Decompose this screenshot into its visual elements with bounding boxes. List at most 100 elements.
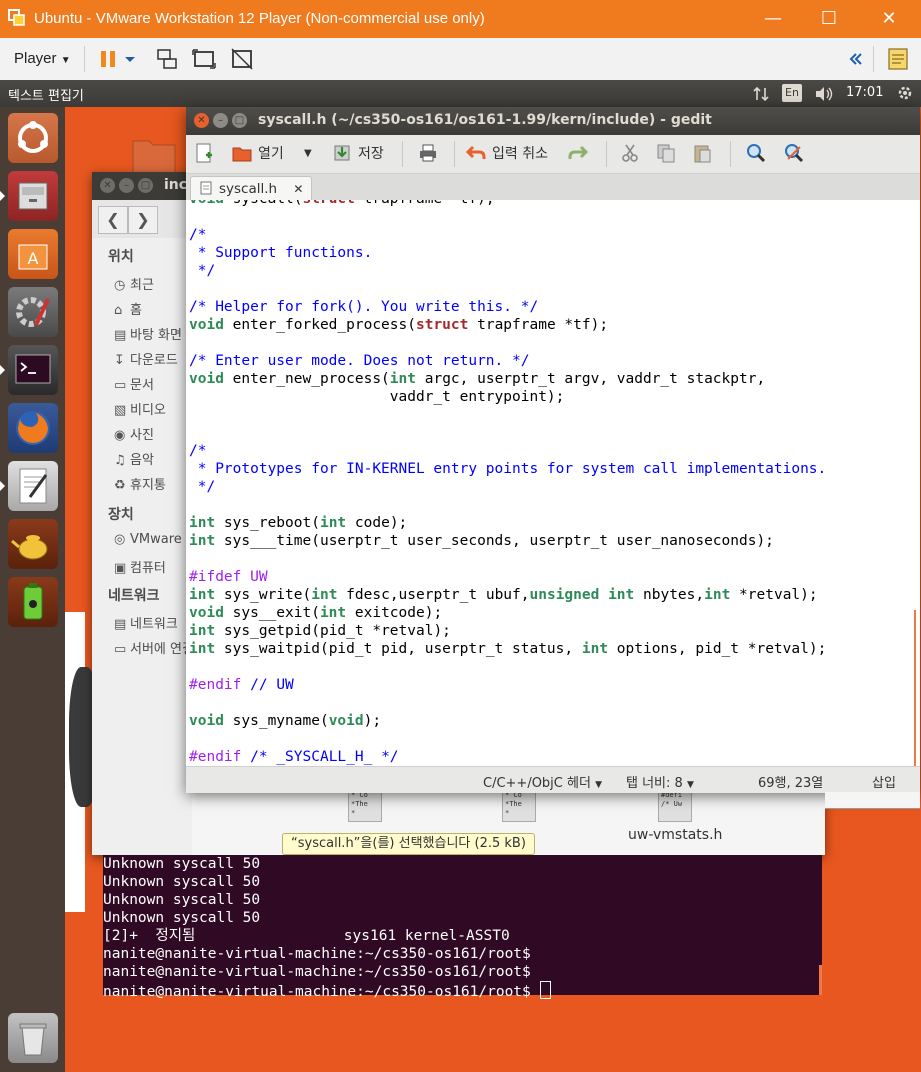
cut-button[interactable]: [620, 143, 646, 165]
unity-mode-icon[interactable]: [229, 46, 255, 72]
sidebar-item-network[interactable]: ▤ 네트워크: [114, 613, 178, 632]
sidebar-item-home[interactable]: ⌂ 홈: [114, 299, 142, 318]
chevron-down-icon[interactable]: [122, 46, 138, 72]
copy-button[interactable]: [656, 143, 682, 165]
pause-icon[interactable]: [96, 46, 122, 72]
double-chevron-left-icon[interactable]: [846, 46, 866, 72]
music-icon: ♫: [114, 453, 126, 468]
file-thumbnail[interactable]: * Co *The *: [502, 788, 536, 822]
gedit-toolbar: 열기 ▼ 저장 입력 취소: [186, 135, 920, 174]
minimize-icon[interactable]: –: [119, 178, 134, 193]
sidebar-item-pictures[interactable]: ◉ 사진: [114, 424, 154, 443]
chevron-down-icon: ▼: [60, 55, 71, 66]
code-token: void: [189, 317, 224, 333]
new-document-button[interactable]: [194, 143, 220, 165]
sidebar-item-documents[interactable]: ▭ 문서: [114, 374, 154, 393]
teapot-app-icon[interactable]: [8, 519, 58, 569]
terminal-prompt-line[interactable]: nanite@nanite-virtual-machine:~/cs350-os…: [103, 981, 822, 1001]
terminal-cursor: [539, 981, 551, 999]
network-devices-icon[interactable]: [154, 46, 180, 72]
close-icon[interactable]: ✕: [194, 113, 209, 128]
code-line: #ifdef UW: [189, 568, 826, 586]
minimize-button[interactable]: —: [750, 0, 796, 38]
file-name[interactable]: uw-vmstats.h: [628, 827, 722, 843]
fullscreen-icon[interactable]: [191, 46, 217, 72]
forward-button[interactable]: ❯: [128, 206, 158, 234]
back-button[interactable]: ❮: [98, 206, 128, 234]
sidebar-item-connect-server[interactable]: ▭ 서버에 연결: [114, 638, 194, 657]
maximize-button[interactable]: ☐: [806, 0, 852, 38]
sidebar-item-desktop[interactable]: ▤ 바탕 화면: [114, 324, 182, 343]
close-icon[interactable]: ✕: [293, 182, 303, 196]
open-button[interactable]: 열기: [232, 143, 284, 165]
gear-icon[interactable]: [896, 84, 914, 102]
code-token: nbytes,: [634, 587, 705, 603]
editor-scrollbar[interactable]: [914, 610, 916, 766]
code-token: void: [189, 713, 224, 729]
chevron-right-icon: ❯: [136, 210, 150, 229]
maximize-icon[interactable]: □: [138, 178, 153, 193]
close-icon[interactable]: ✕: [100, 178, 115, 193]
undo-label: 입력 취소: [492, 146, 548, 162]
sidebar-item-downloads[interactable]: ↧ 다운로드: [114, 349, 178, 368]
recent-files-dropdown[interactable]: ▼: [304, 143, 312, 165]
player-menu[interactable]: Player ▼: [14, 50, 71, 67]
terminal-line: Unknown syscall 50: [103, 856, 261, 872]
notes-icon[interactable]: [885, 46, 911, 72]
software-center-icon[interactable]: A: [8, 229, 58, 279]
terminal-icon[interactable]: [8, 345, 58, 395]
paste-button[interactable]: [692, 143, 718, 165]
system-settings-icon[interactable]: [8, 287, 58, 337]
file-thumbnail[interactable]: * Co *The *: [348, 788, 382, 822]
sidebar-item-recent[interactable]: ◷ 최근: [114, 274, 154, 293]
sidebar-item-music[interactable]: ♫ 음악: [114, 449, 154, 468]
code-line: void sys_myname(void);: [189, 712, 826, 730]
folder-icon[interactable]: [131, 133, 177, 177]
minimize-icon[interactable]: –: [213, 113, 228, 128]
search-button[interactable]: [746, 143, 772, 165]
undo-button[interactable]: 입력 취소: [466, 143, 548, 165]
search-replace-button[interactable]: [784, 143, 810, 165]
ubuntu-dash-icon[interactable]: [8, 113, 58, 163]
terminal-window[interactable]: Unknown syscall 50 Unknown syscall 50 Un…: [103, 855, 822, 1000]
code-line: void sys__exit(int exitcode);: [189, 604, 826, 622]
code-token: vaddr_t entrypoint);: [189, 389, 565, 405]
gedit-window-title: syscall.h (~/cs350-os161/os161-1.99/kern…: [258, 112, 712, 128]
maximize-icon[interactable]: □: [232, 113, 247, 128]
sidebar-item-trash[interactable]: ♻ 휴지통: [114, 474, 166, 493]
code-token: struct: [303, 200, 355, 207]
tab-width-selector[interactable]: 탭 너비: 8 ▼: [626, 772, 694, 791]
code-line: int sys_write(int fdesc,userptr_t ubuf,u…: [189, 586, 826, 604]
text-editor-icon[interactable]: [8, 461, 58, 511]
sidebar-item-computer[interactable]: ▣ 컴퓨터: [114, 557, 166, 576]
print-button[interactable]: [418, 143, 444, 165]
firefox-icon[interactable]: [8, 403, 58, 453]
copy-icon: [657, 144, 675, 163]
code-token: enter_forked_process(: [223, 317, 416, 333]
running-indicator: [0, 191, 5, 201]
network-arrows-icon[interactable]: [752, 85, 770, 103]
gedit-titlebar: ✕ – □ syscall.h (~/cs350-os161/os161-1.9…: [186, 107, 920, 135]
sidebar-item-videos[interactable]: ▧ 비디오: [114, 399, 166, 418]
volume-icon[interactable]: [814, 85, 834, 103]
battery-app-icon[interactable]: [8, 577, 58, 627]
terminal-line: nanite@nanite-virtual-machine:~/cs350-os…: [103, 964, 531, 980]
clock[interactable]: 17:01: [846, 85, 883, 100]
terminal-scrollbar[interactable]: [819, 965, 822, 995]
redo-button[interactable]: [568, 143, 594, 165]
sidebar-item-vmware[interactable]: ◎ VMware: [114, 532, 182, 547]
keyboard-language-indicator[interactable]: En: [782, 84, 802, 102]
close-button[interactable]: ✕: [866, 0, 912, 38]
save-button[interactable]: 저장: [332, 143, 384, 165]
code-line: * Support functions.: [189, 244, 826, 262]
language-selector[interactable]: C/C++/ObjC 헤더 ▼: [483, 772, 602, 791]
code-editor[interactable]: void syscall(struct trapframe *tf);/* * …: [186, 200, 916, 766]
file-thumbnail[interactable]: #defi /* Uw: [658, 788, 692, 822]
code-token: *retval);: [730, 587, 818, 603]
tab-syscall-h[interactable]: syscall.h ✕: [190, 176, 313, 201]
trash-icon[interactable]: [8, 1013, 58, 1063]
search-replace-icon: [785, 144, 804, 163]
terminal-line: Unknown syscall 50: [103, 910, 261, 926]
files-icon[interactable]: [8, 171, 58, 221]
